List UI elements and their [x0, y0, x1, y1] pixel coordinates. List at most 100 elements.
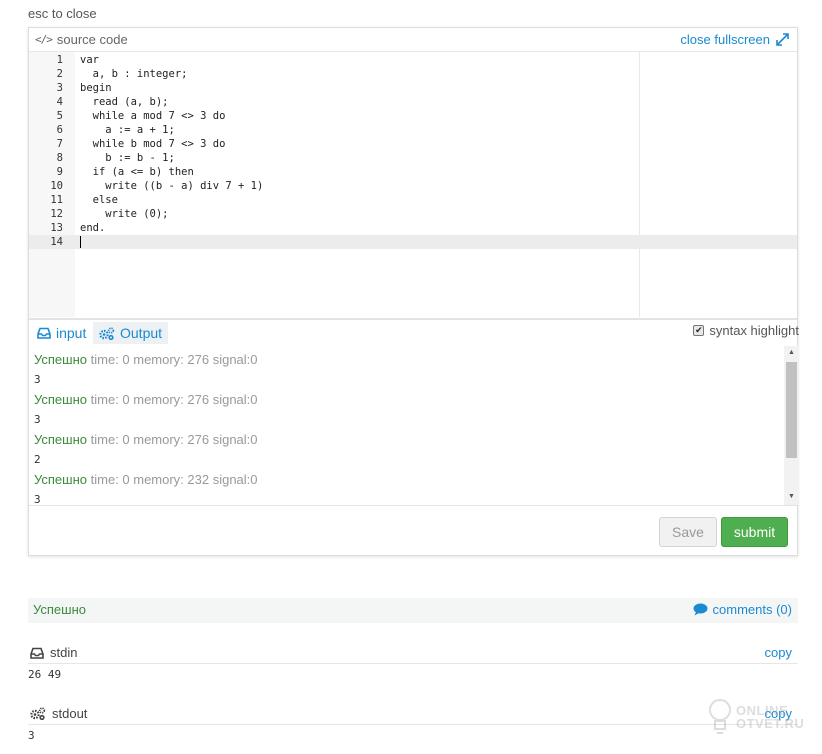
code-text[interactable]: a, b : integer;	[80, 67, 188, 81]
watermark-line2: OTVET.RU	[736, 716, 805, 731]
output-status: Успешно time: 0 memory: 276 signal:0	[34, 350, 258, 370]
io-tabs: input Output ✔ syntax highlight	[29, 318, 799, 345]
code-text[interactable]: end.	[80, 221, 105, 235]
output-value: 3	[34, 413, 41, 426]
code-text[interactable]: while a mod 7 <> 3 do	[80, 109, 226, 123]
save-button[interactable]: Save	[659, 517, 717, 547]
run-meta: time: 0 memory: 276 signal:0	[87, 432, 258, 447]
code-icon: </>	[35, 33, 53, 46]
output-log[interactable]: Успешно time: 0 memory: 276 signal:0 3 У…	[29, 346, 799, 506]
line-number: 7	[56, 138, 63, 150]
esc-hint: esc to close	[28, 6, 97, 21]
code-editor[interactable]: 1 var 2 a, b : integer; 3 begin 4 read (a, b)…	[29, 52, 797, 317]
code-line[interactable]: 5 while a mod 7 <> 3 do	[29, 109, 797, 123]
code-text[interactable]: var	[80, 53, 99, 67]
code-line[interactable]: 12 write (0);	[29, 207, 797, 221]
watermark-text: ONLINE OTVET.RU	[736, 704, 804, 730]
line-number: 8	[56, 152, 63, 164]
tab-input[interactable]: input	[31, 322, 92, 344]
line-number: 6	[56, 124, 63, 136]
inbox-icon	[30, 647, 44, 659]
text-cursor	[80, 236, 81, 248]
close-fullscreen-button[interactable]: close fullscreen	[680, 32, 789, 47]
stdin-value: 26 49	[28, 668, 62, 681]
tab-input-label: input	[56, 325, 87, 341]
code-line[interactable]: 8 b := b - 1;	[29, 151, 797, 165]
status-ok: Успешно	[34, 472, 87, 487]
scroll-up-arrow-icon[interactable]: ▲	[784, 346, 799, 360]
code-text[interactable]: begin	[80, 81, 112, 95]
output-status: Успешно time: 0 memory: 276 signal:0	[34, 430, 258, 450]
source-code-title: source code	[56, 32, 128, 47]
run-meta: time: 0 memory: 276 signal:0	[87, 392, 258, 407]
code-text[interactable]: else	[80, 193, 118, 207]
lightbulb-logo-icon	[709, 699, 731, 734]
code-line[interactable]: 13 end.	[29, 221, 797, 235]
run-meta: time: 0 memory: 232 signal:0	[87, 472, 258, 487]
syntax-highlight-toggle[interactable]: ✔ syntax highlight	[693, 323, 799, 338]
run-meta: time: 0 memory: 276 signal:0	[87, 352, 258, 367]
code-line[interactable]: 6 a := a + 1;	[29, 123, 797, 137]
comments-link[interactable]: comments (0)	[693, 602, 792, 617]
code-text[interactable]: write ((b - a) div 7 + 1)	[80, 179, 263, 193]
source-code-label: </> source code	[35, 32, 128, 47]
code-text[interactable]: while b mod 7 <> 3 do	[80, 137, 226, 151]
code-line[interactable]: 2 a, b : integer;	[29, 67, 797, 81]
output-value: 3	[34, 493, 41, 506]
line-number: 13	[50, 222, 63, 234]
submit-button[interactable]: submit	[721, 517, 788, 547]
code-line[interactable]: 4 read (a, b);	[29, 95, 797, 109]
code-text[interactable]: if (a <= b) then	[80, 165, 194, 179]
stdout-label: stdout	[52, 706, 88, 721]
output-entry: Успешно time: 0 memory: 276 signal:0 3	[34, 350, 258, 390]
code-text[interactable]: a := a + 1;	[80, 123, 175, 137]
line-number: 14	[50, 236, 63, 248]
output-scrollbar[interactable]: ▲ ▼	[784, 346, 799, 505]
stdout-title: stdout	[30, 706, 87, 721]
line-number: 2	[56, 68, 63, 80]
output-entry: Успешно time: 0 memory: 232 signal:0 3	[34, 470, 258, 506]
code-line[interactable]: 7 while b mod 7 <> 3 do	[29, 137, 797, 151]
output-value: 2	[34, 453, 41, 466]
expand-icon	[776, 33, 789, 46]
stdout-value: 3	[28, 729, 35, 742]
scroll-thumb[interactable]	[786, 362, 797, 458]
output-status: Успешно time: 0 memory: 232 signal:0	[34, 470, 258, 490]
comment-icon	[693, 603, 708, 616]
stdin-copy-link[interactable]: copy	[765, 645, 792, 660]
tab-output[interactable]: Output	[93, 322, 169, 344]
code-lines[interactable]: 1 var 2 a, b : integer; 3 begin 4 read (a, b)…	[29, 53, 797, 249]
inbox-icon	[37, 327, 51, 339]
code-line[interactable]: 3 begin	[29, 81, 797, 95]
code-line[interactable]: 11 else	[29, 193, 797, 207]
panel-header: </> source code close fullscreen	[29, 28, 797, 52]
line-number: 10	[50, 180, 63, 192]
scroll-down-arrow-icon[interactable]: ▼	[784, 490, 799, 504]
stdout-header: stdout copy	[28, 703, 798, 725]
code-line[interactable]: 9 if (a <= b) then	[29, 165, 797, 179]
status-ok: Успешно	[34, 352, 87, 367]
result-bar: Успешно comments (0)	[28, 598, 798, 623]
code-line[interactable]: 10 write ((b - a) div 7 + 1)	[29, 179, 797, 193]
line-number: 12	[50, 208, 63, 220]
watermark: ONLINE OTVET.RU	[708, 698, 804, 736]
status-ok: Успешно	[34, 432, 87, 447]
line-number: 11	[50, 194, 63, 206]
syntax-highlight-label: syntax highlight	[709, 323, 799, 338]
code-text[interactable]: b := b - 1;	[80, 151, 175, 165]
output-value: 3	[34, 373, 41, 386]
syntax-highlight-checkbox[interactable]: ✔	[693, 325, 705, 336]
output-status: Успешно time: 0 memory: 276 signal:0	[34, 390, 258, 410]
fullscreen-panel: </> source code close fullscreen 1 var 2 a…	[28, 27, 799, 556]
gears-icon	[30, 707, 46, 720]
result-status: Успешно	[33, 602, 86, 617]
stdin-label: stdin	[50, 645, 78, 660]
gears-icon	[99, 326, 115, 340]
line-number: 4	[56, 96, 63, 108]
stdin-header: stdin copy	[28, 642, 798, 664]
code-text[interactable]: read (a, b);	[80, 95, 169, 109]
output-entry: Успешно time: 0 memory: 276 signal:0 3	[34, 390, 258, 430]
code-text[interactable]: write (0);	[80, 207, 168, 221]
code-line[interactable]: 14	[29, 235, 797, 249]
code-line[interactable]: 1 var	[29, 53, 797, 67]
